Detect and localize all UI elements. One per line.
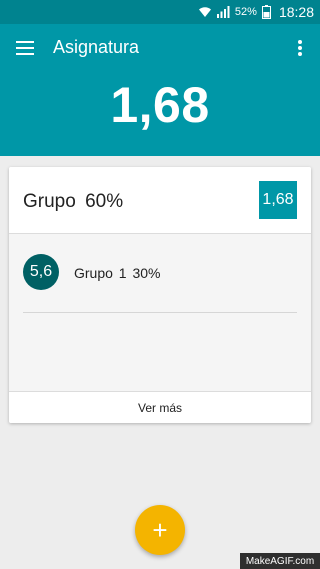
page-title: Asignatura bbox=[53, 37, 140, 57]
watermark: MakeAGIF.com bbox=[240, 553, 320, 569]
subject-label: Grupo 1 30% bbox=[74, 265, 161, 281]
signal-icon bbox=[216, 6, 230, 18]
toolbar: Asignatura bbox=[0, 24, 320, 72]
battery-percent: 52% bbox=[234, 6, 257, 18]
status-clock: 18:28 bbox=[278, 4, 314, 20]
card-title: Grupo 60% bbox=[23, 191, 124, 212]
group-grade-badge: 1,68 bbox=[259, 181, 297, 219]
card-header[interactable]: Grupo 60% 1,68 bbox=[9, 167, 311, 234]
more-vert-icon[interactable] bbox=[298, 40, 302, 56]
ver-mas-button[interactable]: Ver más bbox=[9, 391, 311, 423]
divider bbox=[23, 312, 297, 313]
battery-icon bbox=[261, 5, 271, 19]
wifi-icon bbox=[198, 7, 211, 17]
subject-grade-circle: 5,6 bbox=[23, 254, 59, 290]
group-card: Grupo 60% 1,68 5,6 Grupo 1 30% Ver más bbox=[9, 167, 311, 423]
list-item[interactable]: 5,6 Grupo 1 30% bbox=[9, 254, 311, 294]
status-bar: 52% 18:28 bbox=[0, 0, 320, 24]
overall-grade: 1,68 bbox=[110, 77, 210, 133]
app-bar: Asignatura 1,68 bbox=[0, 24, 320, 156]
hamburger-menu-icon[interactable] bbox=[16, 41, 34, 55]
add-button[interactable]: + bbox=[135, 505, 185, 555]
